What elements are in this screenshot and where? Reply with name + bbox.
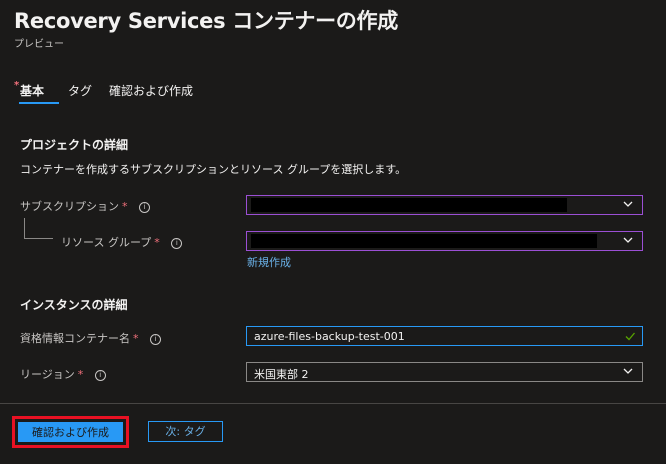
create-vault-page: Recovery Services コンテナーの作成 ··· プレビュー * 基…	[0, 0, 666, 464]
resource-group-label: リソース グループ * i	[61, 234, 183, 250]
vault-name-label-text: 資格情報コンテナー名	[20, 332, 130, 345]
more-options-icon[interactable]: ···	[357, 6, 371, 24]
resource-group-select[interactable]	[246, 231, 643, 251]
chevron-down-icon	[623, 201, 633, 207]
info-icon[interactable]: i	[139, 201, 150, 213]
redacted-value	[251, 234, 597, 248]
active-tab-indicator	[19, 102, 59, 104]
tab-review-create[interactable]: 確認および作成	[109, 82, 193, 99]
region-label-text: リージョン	[20, 368, 75, 381]
region-label: リージョン * i	[20, 366, 106, 382]
subscription-select[interactable]	[246, 195, 643, 215]
instance-details-heading: インスタンスの詳細	[20, 298, 128, 312]
vault-name-input[interactable]: azure-files-backup-test-001	[246, 326, 643, 346]
required-star: *	[122, 200, 128, 213]
subscription-label-text: サブスクリプション	[20, 200, 119, 213]
tab-basics-label: 基本	[20, 84, 45, 98]
required-marker: *	[14, 80, 20, 91]
create-new-link[interactable]: 新規作成	[247, 254, 291, 270]
info-icon[interactable]: i	[171, 237, 183, 249]
info-icon[interactable]: i	[94, 369, 106, 381]
redacted-value	[251, 198, 567, 212]
chevron-down-icon	[623, 237, 633, 243]
resource-group-label-text: リソース グループ	[61, 236, 152, 249]
page-title: Recovery Services コンテナーの作成	[14, 9, 398, 33]
checkmark-icon	[625, 332, 635, 341]
project-details-description: コンテナーを作成するサブスクリプションとリソース グループを選択します。	[20, 163, 407, 176]
tab-tags[interactable]: タグ	[68, 82, 92, 99]
hierarchy-connector	[24, 218, 53, 239]
project-details-heading: プロジェクトの詳細	[20, 138, 129, 152]
highlight-box: 確認および作成	[12, 416, 129, 448]
region-select[interactable]: 米国東部 2	[246, 362, 643, 382]
vault-name-value: azure-files-backup-test-001	[254, 330, 405, 343]
next-tags-button[interactable]: 次: タグ	[148, 421, 223, 442]
footer-divider	[0, 403, 666, 404]
tab-basics[interactable]: * 基本	[14, 80, 45, 99]
review-create-button[interactable]: 確認および作成	[18, 422, 123, 442]
subscription-label: サブスクリプション * i	[20, 198, 150, 214]
required-star: *	[154, 236, 160, 249]
required-star: *	[77, 368, 84, 381]
required-star: *	[133, 332, 139, 345]
vault-name-label: 資格情報コンテナー名 * i	[20, 330, 161, 346]
info-icon[interactable]: i	[150, 333, 161, 345]
region-value: 米国東部 2	[254, 368, 309, 381]
chevron-down-icon	[623, 368, 633, 374]
page-subtitle: プレビュー	[14, 39, 64, 50]
